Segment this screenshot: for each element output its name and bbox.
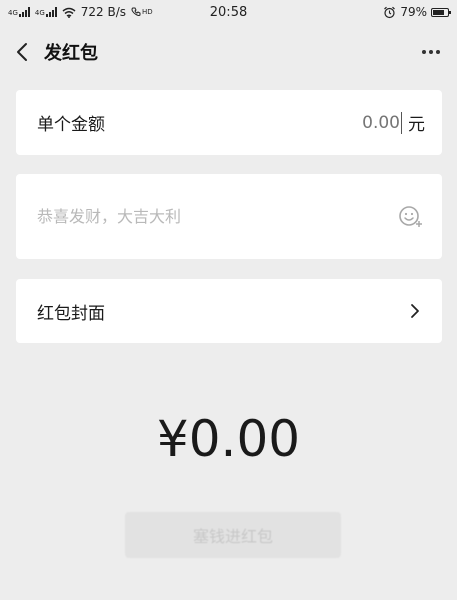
cellular-signal-1: 4G xyxy=(8,7,30,17)
status-bar: 4G 4G 722 B/s HD 20:58 79% xyxy=(0,0,457,24)
signal-bars-icon xyxy=(45,7,57,17)
emoji-button[interactable] xyxy=(393,199,429,235)
signal-bars-icon xyxy=(18,7,30,17)
more-dot-icon xyxy=(422,50,426,54)
send-red-packet-button[interactable]: 塞钱进红包 xyxy=(125,512,341,558)
volte-indicator: HD xyxy=(131,7,153,17)
battery-icon xyxy=(431,7,451,17)
greeting-input[interactable] xyxy=(37,207,393,226)
amount-card: 单个金额 元 xyxy=(16,90,442,155)
page-title: 发红包 xyxy=(44,43,98,64)
network-speed: 722 B/s xyxy=(80,5,127,19)
amount-label: 单个金额 xyxy=(37,115,105,135)
status-right: 79% xyxy=(383,5,451,19)
more-options-button[interactable] xyxy=(415,36,447,68)
volte-label: HD xyxy=(142,7,153,16)
nav-bar: 发红包 xyxy=(0,30,457,74)
cellular-signal-2: 4G xyxy=(35,7,57,17)
total-amount: ¥0.00 xyxy=(156,410,301,468)
phone-icon xyxy=(131,7,141,16)
chevron-left-icon xyxy=(17,43,27,61)
more-dot-icon xyxy=(436,50,440,54)
amount-input-wrap: 元 xyxy=(356,110,425,135)
network-type-1: 4G xyxy=(8,9,18,17)
emoji-add-icon xyxy=(399,205,422,227)
alarm-clock-icon xyxy=(384,6,396,18)
amount-unit: 元 xyxy=(408,115,425,135)
cover-card[interactable]: 红包封面 xyxy=(16,279,442,343)
chevron-right-icon xyxy=(405,301,425,321)
amount-input[interactable] xyxy=(356,112,400,133)
status-left: 4G 4G 722 B/s HD xyxy=(8,5,383,19)
battery-fill xyxy=(433,9,445,15)
cover-label: 红包封面 xyxy=(37,303,105,324)
chevron-right-svg xyxy=(411,304,419,318)
text-cursor xyxy=(401,111,402,134)
wifi-icon xyxy=(62,7,76,18)
greeting-card xyxy=(16,174,442,259)
more-dot-icon xyxy=(429,50,433,54)
battery-percent: 79% xyxy=(400,5,427,19)
back-button[interactable] xyxy=(2,30,42,74)
network-type-2: 4G xyxy=(34,9,45,17)
